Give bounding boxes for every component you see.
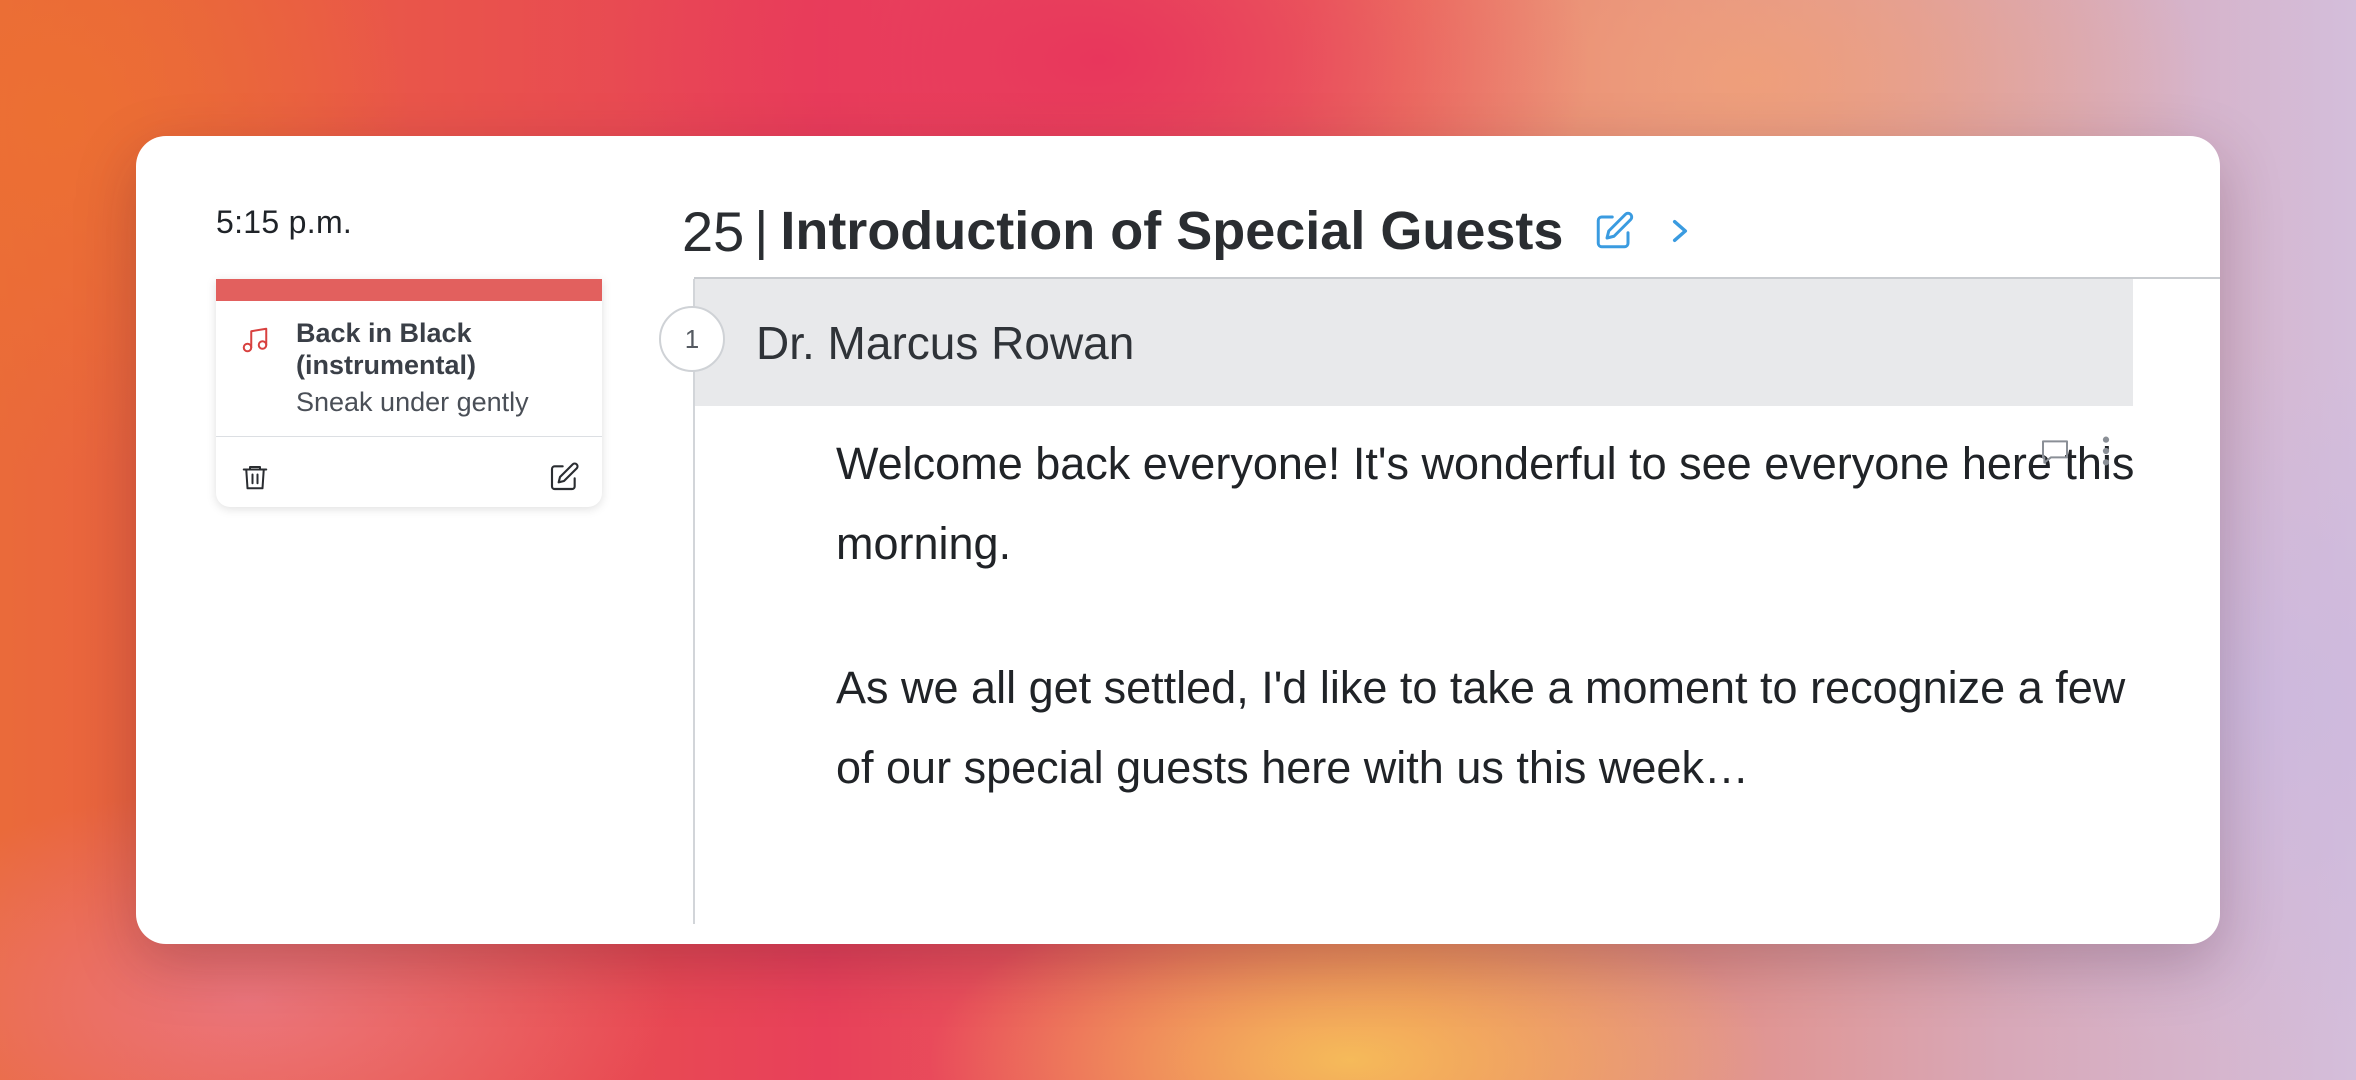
segment-separator: |: [754, 201, 769, 261]
script-paragraph: As we all get settled, I'd like to take …: [836, 662, 2126, 793]
music-note-icon: [242, 327, 268, 353]
trash-icon[interactable]: [240, 461, 270, 493]
edit-segment-button[interactable]: [1593, 210, 1635, 252]
rundown-window: 5:15 p.m. 25 | Introduction of Special G…: [136, 136, 2220, 944]
cue-divider: [216, 436, 602, 437]
pencil-square-icon: [1597, 211, 1634, 249]
script-paragraph: Welcome back everyone! It's wonderful to…: [836, 438, 2135, 569]
speaker-name: Dr. Marcus Rowan: [756, 317, 1135, 369]
segment-time: 5:15 p.m.: [216, 204, 353, 240]
segment-heading: 25 | Introduction of Special Guests: [682, 196, 1695, 266]
comment-icon[interactable]: [2038, 436, 2072, 468]
cue-note: Sneak under gently: [296, 387, 529, 417]
speaker-number-badge: 1: [659, 306, 725, 372]
next-segment-button[interactable]: [1665, 211, 1695, 251]
pencil-square-icon[interactable]: [548, 461, 580, 493]
chevron-right-icon: [1673, 219, 1688, 243]
more-vertical-icon[interactable]: [2098, 434, 2114, 468]
cue-color-bar: [216, 279, 602, 301]
segment-number: 25: [682, 199, 745, 263]
music-cue-card[interactable]: Back in Black (instrumental) Sneak under…: [216, 279, 602, 507]
cue-title: Back in Black (instrumental): [296, 318, 477, 380]
segment-title: Introduction of Special Guests: [780, 201, 1564, 261]
